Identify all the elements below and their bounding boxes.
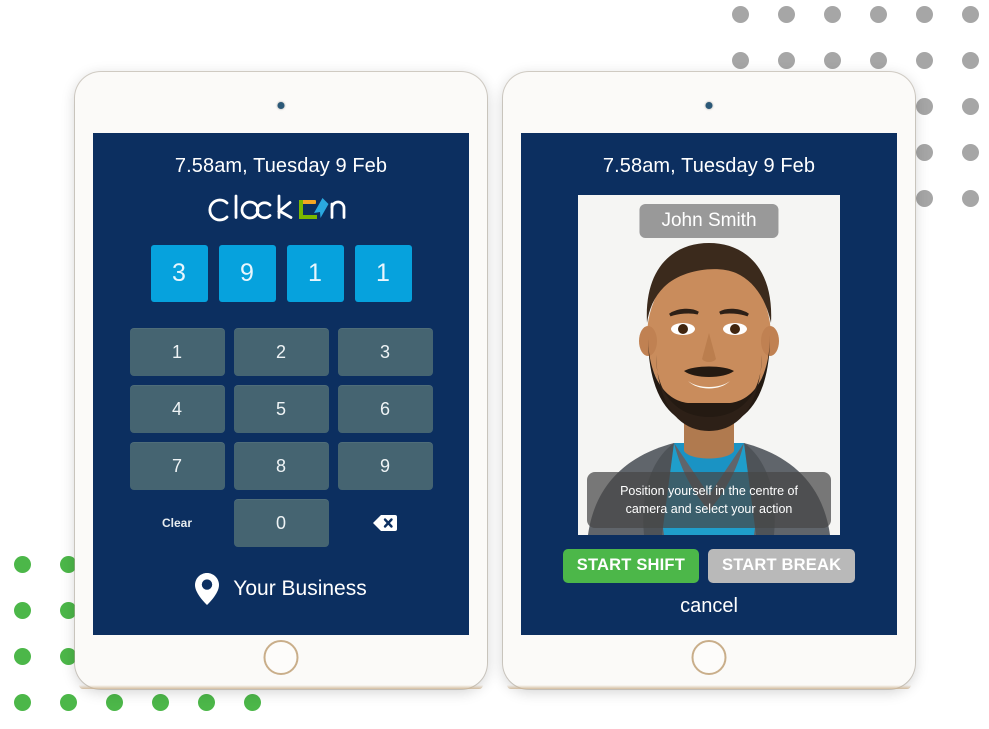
home-button[interactable] — [263, 640, 299, 675]
decor-dot — [916, 52, 933, 69]
decor-dot — [962, 6, 979, 23]
pin-display: 3 9 1 1 — [93, 245, 469, 302]
clock-time-right: 7.58am, Tuesday 9 Feb — [602, 155, 816, 177]
camera-action-tablet: 7.58am, Tuesday 9 Feb John Smith Positio… — [503, 72, 915, 689]
pin-digit: 1 — [354, 245, 412, 302]
pin-entry-screen: 7.58am, Tuesday 9 Feb 3 9 1 1 1 2 3 4 5 … — [93, 133, 469, 635]
decor-dot — [962, 52, 979, 69]
keypad-key-1[interactable]: 1 — [129, 328, 225, 376]
camera-hint-text: Position yourself in the centre of camer… — [587, 471, 831, 528]
decor-dot — [778, 6, 795, 23]
decor-dot — [14, 556, 31, 573]
action-buttons: START SHIFT START BREAK — [521, 549, 897, 583]
camera-action-screen: 7.58am, Tuesday 9 Feb John Smith Positio… — [521, 133, 897, 635]
keypad-key-7[interactable]: 7 — [129, 442, 225, 490]
decor-dot — [962, 98, 979, 115]
decor-dot — [152, 694, 169, 711]
employee-name-badge: John Smith — [639, 204, 779, 238]
pin-entry-tablet: 7.58am, Tuesday 9 Feb 3 9 1 1 1 2 3 4 5 … — [75, 72, 487, 689]
decor-dot — [732, 6, 749, 23]
decor-dot — [60, 694, 77, 711]
front-camera-icon — [705, 102, 713, 109]
keypad-key-6[interactable]: 6 — [337, 385, 433, 433]
keypad-backspace-button[interactable] — [338, 499, 433, 547]
decor-dot — [824, 52, 841, 69]
decor-dot — [14, 602, 31, 619]
cancel-link[interactable]: cancel — [521, 595, 897, 618]
decor-dot — [244, 694, 261, 711]
decor-dot — [916, 6, 933, 23]
decor-dot — [870, 6, 887, 23]
keypad-key-0[interactable]: 0 — [233, 499, 329, 547]
logo-o-mark — [299, 198, 329, 219]
decor-dot — [14, 648, 31, 665]
clock-time-left: 7.58am, Tuesday 9 Feb — [174, 155, 388, 177]
clockon-logo-icon — [208, 194, 346, 222]
pin-digit: 3 — [150, 245, 208, 302]
pin-digit: 1 — [286, 245, 344, 302]
decor-dot — [962, 144, 979, 161]
start-shift-button[interactable]: START SHIFT — [562, 549, 699, 583]
clockon-logo — [93, 192, 469, 226]
business-footer: Your Business — [93, 573, 469, 605]
decor-dot — [824, 6, 841, 23]
decor-dot — [778, 52, 795, 69]
keypad-key-3[interactable]: 3 — [337, 328, 433, 376]
pin-digit: 9 — [218, 245, 276, 302]
decor-dot — [916, 98, 933, 115]
decor-dot — [916, 144, 933, 161]
keypad-key-9[interactable]: 9 — [337, 442, 433, 490]
keypad-key-8[interactable]: 8 — [233, 442, 329, 490]
keypad-key-4[interactable]: 4 — [129, 385, 225, 433]
decor-dot — [732, 52, 749, 69]
decor-dot — [106, 694, 123, 711]
camera-preview: John Smith Position yourself in the cent… — [578, 195, 840, 535]
backspace-icon — [373, 515, 397, 531]
numeric-keypad: 1 2 3 4 5 6 7 8 9 Clear 0 — [129, 328, 433, 547]
decor-dot — [870, 52, 887, 69]
decor-dot — [962, 190, 979, 207]
decor-dot — [198, 694, 215, 711]
location-pin-icon — [195, 573, 220, 605]
keypad-key-2[interactable]: 2 — [233, 328, 329, 376]
front-camera-icon — [277, 102, 285, 109]
decor-dot — [916, 190, 933, 207]
decor-dot — [14, 694, 31, 711]
keypad-clear-button[interactable]: Clear — [130, 499, 225, 547]
keypad-key-5[interactable]: 5 — [233, 385, 329, 433]
business-name: Your Business — [233, 577, 367, 600]
start-break-button[interactable]: START BREAK — [707, 549, 856, 583]
home-button[interactable] — [691, 640, 727, 675]
